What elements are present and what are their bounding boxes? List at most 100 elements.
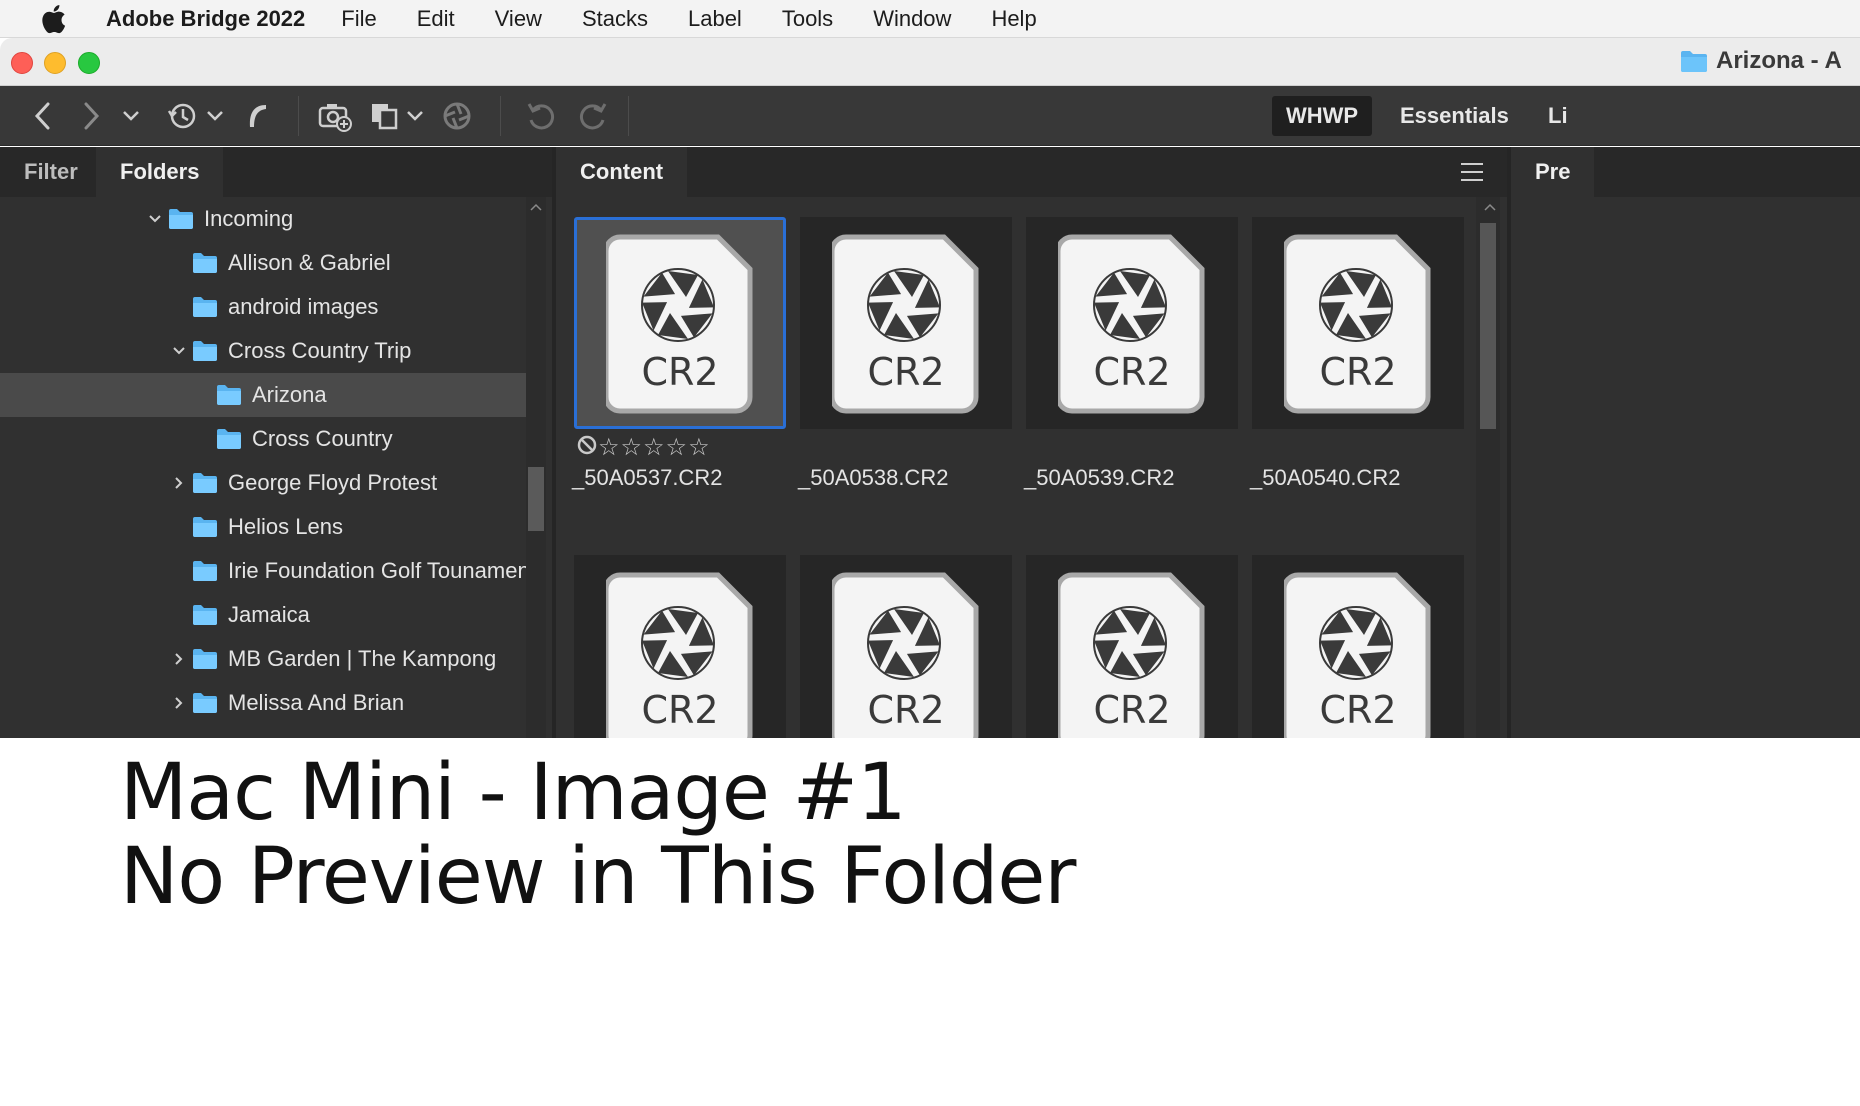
thumbnail-cell[interactable]: CR2 [1026,217,1238,429]
scroll-up-arrow-icon[interactable] [1482,201,1498,213]
folder-tree-item[interactable]: Helios Lens [0,505,526,549]
toolbar: WHWP Essentials Li [0,86,1860,146]
boomerang-icon[interactable] [240,98,278,134]
star-rating[interactable]: ☆ ☆ ☆ ☆ ☆ [576,435,711,459]
folder-icon [168,208,194,230]
folder-icon [192,472,218,494]
menu-tools[interactable]: Tools [782,6,833,32]
folder-tree-item-label: Jamaica [228,602,310,627]
thumbnail-cell[interactable]: CR2 [574,217,786,429]
folder-tree-item[interactable]: Incoming [0,197,526,241]
folder-icon [216,384,242,406]
content-scrollbar[interactable] [1476,197,1500,738]
file-type-label: CR2 [641,350,718,394]
thumbnail-cell[interactable]: CR2 [800,555,1012,738]
scrollbar-thumb[interactable] [1480,223,1496,429]
chevron-down-icon[interactable] [146,210,164,228]
thumbnail-filename: _50A0539.CR2 [1024,465,1175,490]
folder-tree-item-label: Helios Lens [228,514,343,539]
scrollbar-thumb[interactable] [528,467,544,531]
minimize-window-button[interactable] [44,52,66,74]
star-icon[interactable]: ☆ [598,435,620,459]
menu-window[interactable]: Window [873,6,951,32]
chevron-down-icon[interactable] [396,98,434,134]
menu-stacks[interactable]: Stacks [582,6,648,32]
workspace-essentials[interactable]: Essentials [1386,96,1523,136]
chevron-down-icon[interactable] [196,98,234,134]
chevron-down-icon[interactable] [112,98,150,134]
folder-tree-item[interactable]: android images [0,285,526,329]
file-type-label: CR2 [867,350,944,394]
star-icon[interactable]: ☆ [688,435,710,459]
star-icon[interactable]: ☆ [666,435,688,459]
folder-tree-item[interactable]: Jamaica [0,593,526,637]
menu-view[interactable]: View [495,6,542,32]
thumbnail-cell[interactable]: CR2 [1252,555,1464,738]
folder-tree-item[interactable]: George Floyd Protest [0,461,526,505]
camera-raw-icon[interactable] [438,98,476,134]
zoom-window-button[interactable] [78,52,100,74]
rotate-right-icon[interactable] [574,98,612,134]
folder-tree-item[interactable]: Arizona [0,373,526,417]
folder-icon [216,428,242,450]
apple-menu-icon[interactable] [36,4,70,34]
folder-tree-item-label: Cross Country Trip [228,338,412,363]
folder-tree-item-label: Cross Country [252,426,393,451]
menu-label[interactable]: Label [688,6,742,32]
folder-icon [192,604,218,626]
folder-tree-item[interactable]: Cross Country Trip [0,329,526,373]
thumbnail-cell[interactable]: CR2 [1252,217,1464,429]
folder-tree-scrollbar[interactable] [526,197,546,738]
caption-line-1: Mac Mini - Image #1 [120,748,907,838]
chevron-right-icon[interactable] [170,650,188,668]
file-type-label: CR2 [1093,688,1170,732]
menu-edit[interactable]: Edit [417,6,455,32]
scroll-up-arrow-icon[interactable] [528,201,544,213]
folder-icon [192,648,218,670]
panel-menu-icon[interactable] [1461,163,1483,181]
folders-panel: Filter Folders Incoming Allison & Gabriel… [0,147,552,738]
folder-tree-item[interactable]: Irie Foundation Golf Tounament [0,549,536,593]
chevron-down-icon[interactable] [170,342,188,360]
file-type-label: CR2 [641,688,718,732]
app-name-menu[interactable]: Adobe Bridge 2022 [106,6,305,32]
star-icon[interactable]: ☆ [621,435,643,459]
file-type-label: CR2 [1319,688,1396,732]
folder-tree-item-label: George Floyd Protest [228,470,438,495]
folder-tree-item[interactable]: Cross Country [0,417,526,461]
reject-icon[interactable] [576,434,598,461]
folder-tree-item[interactable]: MB Garden | The Kampong [0,637,526,681]
forward-icon[interactable] [72,98,110,134]
thumbnail-cell[interactable]: CR2 [574,555,786,738]
folder-tree-item[interactable]: Allison & Gabriel [0,241,526,285]
menu-file[interactable]: File [341,6,376,32]
thumbnail-cell[interactable]: CR2 [1026,555,1238,738]
menu-help[interactable]: Help [991,6,1036,32]
thumbnail-cell[interactable]: CR2 [800,217,1012,429]
folder-icon [192,340,218,362]
thumbnail-filename: _50A0537.CR2 [572,465,723,490]
folder-tree-item[interactable]: Melissa And Brian [0,681,526,725]
folder-tree-item-label: MB Garden | The Kampong [228,646,497,671]
folder-icon [192,560,218,582]
tab-folders[interactable]: Folders [96,147,224,197]
preview-tab-bar: Pre [1511,147,1860,197]
chevron-right-icon[interactable] [170,694,188,712]
workspace-library[interactable]: Li [1534,96,1582,136]
tab-filter[interactable]: Filter [0,147,102,197]
folder-tree-item-label: Melissa And Brian [228,690,405,715]
star-icon[interactable]: ☆ [643,435,665,459]
close-window-button[interactable] [11,52,33,74]
get-photos-camera-icon[interactable] [316,98,354,134]
folder-tree-item-label: Irie Foundation Golf Tounament [228,558,536,583]
left-panel-tab-bar: Filter Folders [0,147,552,197]
chevron-right-icon[interactable] [170,474,188,492]
folder-icon [1681,51,1707,72]
rotate-left-icon[interactable] [522,98,560,134]
workspace-whwp[interactable]: WHWP [1272,96,1373,136]
back-icon[interactable] [24,98,62,134]
tab-content[interactable]: Content [556,147,688,197]
preview-panel: Pre [1511,147,1860,738]
window-title-bar[interactable] [0,38,1860,86]
tab-preview[interactable]: Pre [1511,147,1595,197]
